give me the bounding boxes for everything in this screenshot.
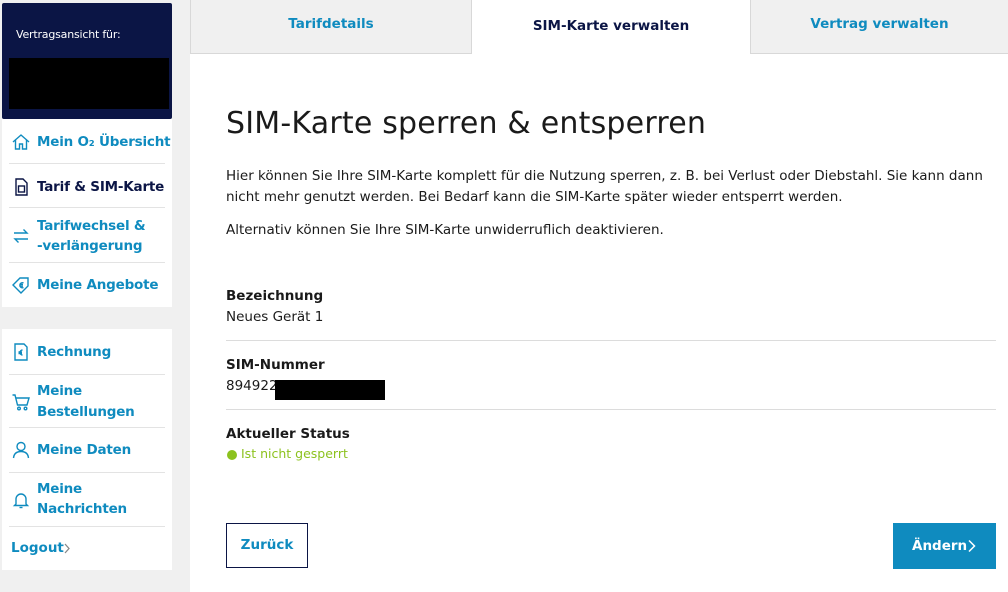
- sim-number-value: 894922: [226, 378, 278, 394]
- sidebar-item-label: Mein O₂ Übersicht: [37, 134, 171, 150]
- sidebar-item-label-line1: Tarifwechsel &: [37, 218, 146, 234]
- page-title: SIM-Karte sperren & entsperren: [226, 106, 707, 141]
- alternative-text: Alternativ können Sie Ihre SIM-Karte unw…: [226, 222, 664, 238]
- status-label: Aktueller Status: [226, 426, 350, 442]
- sim-number-redacted: [275, 380, 385, 400]
- chevron-right-icon: [64, 543, 70, 554]
- sidebar-item-tariff-sim[interactable]: Tarif & SIM-Karte: [2, 164, 172, 208]
- sidebar-item-tariff-change[interactable]: Tarifwechsel & -verlängerung: [2, 208, 172, 263]
- sidebar-item-label: Tarif & SIM-Karte: [37, 179, 165, 195]
- cart-icon: [12, 394, 30, 411]
- home-icon: [12, 134, 30, 150]
- swap-arrows-icon: [13, 229, 29, 243]
- sidebar-item-label: Meine Daten: [37, 442, 132, 458]
- tab-label: Vertrag verwalten: [810, 16, 949, 32]
- sidebar-item-overview[interactable]: Mein O₂ Übersicht: [2, 119, 172, 164]
- sim-card-icon: [15, 178, 28, 196]
- sim-number-label: SIM-Nummer: [226, 357, 325, 373]
- bell-icon: [12, 493, 30, 509]
- change-button-label: Ändern: [912, 538, 968, 554]
- contract-label: Vertragsansicht für:: [16, 28, 121, 41]
- logout-link[interactable]: Logout: [2, 527, 172, 570]
- tab-tariff-details[interactable]: Tarifdetails: [190, 0, 472, 54]
- main-content: SIM-Karte sperren & entsperren Hier könn…: [190, 54, 1008, 592]
- tab-bar: Tarifdetails SIM-Karte verwalten Vertrag…: [190, 0, 1008, 54]
- sidebar-item-offers[interactable]: Meine Angebote: [2, 263, 172, 307]
- sidebar-item-messages[interactable]: Meine Nachrichten: [2, 473, 172, 527]
- status-badge: Ist nicht gesperrt: [241, 446, 348, 461]
- offer-tag-icon: [12, 277, 29, 294]
- divider: [226, 340, 996, 341]
- sidebar-item-label-line2: Bestellungen: [37, 404, 135, 420]
- sidebar-item-label: Rechnung: [37, 344, 112, 360]
- sidebar-nav-primary: Mein O₂ Übersicht Tarif & SIM-Karte Tari…: [2, 119, 172, 307]
- sidebar-item-invoice[interactable]: Rechnung: [2, 329, 172, 375]
- chevron-right-icon: [968, 539, 976, 553]
- sidebar-item-orders[interactable]: Meine Bestellungen: [2, 375, 172, 428]
- contract-number-redacted: [9, 58, 169, 109]
- sidebar-item-label-line1: Meine: [37, 383, 82, 399]
- tab-sim-management[interactable]: SIM-Karte verwalten: [471, 0, 751, 54]
- back-button[interactable]: Zurück: [226, 523, 308, 568]
- sidebar-item-my-data[interactable]: Meine Daten: [2, 428, 172, 473]
- sidebar-nav-secondary: Rechnung Meine Bestellungen Meine Daten …: [2, 329, 172, 570]
- invoice-icon: [14, 343, 28, 361]
- divider: [226, 409, 996, 410]
- logout-label: Logout: [11, 540, 64, 556]
- intro-text: Hier können Sie Ihre SIM-Karte komplett …: [226, 168, 983, 205]
- sidebar-item-label: Meine Angebote: [37, 277, 159, 293]
- status-indicator-dot: [227, 450, 237, 460]
- designation-label: Bezeichnung: [226, 288, 324, 304]
- sidebar-item-label-line2: Nachrichten: [37, 501, 127, 517]
- tab-label: SIM-Karte verwalten: [532, 18, 690, 34]
- tab-label: Tarifdetails: [288, 16, 374, 32]
- user-icon: [12, 441, 30, 459]
- sidebar-item-label-line2: -verlängerung: [37, 238, 143, 254]
- change-button[interactable]: Ändern: [893, 523, 996, 569]
- contract-selector: Vertragsansicht für:: [2, 3, 172, 119]
- tab-contract-management[interactable]: Vertrag verwalten: [750, 0, 1008, 54]
- back-button-label: Zurück: [240, 537, 294, 553]
- designation-value: Neues Gerät 1: [226, 309, 324, 325]
- sidebar-item-label-line1: Meine: [37, 481, 82, 497]
